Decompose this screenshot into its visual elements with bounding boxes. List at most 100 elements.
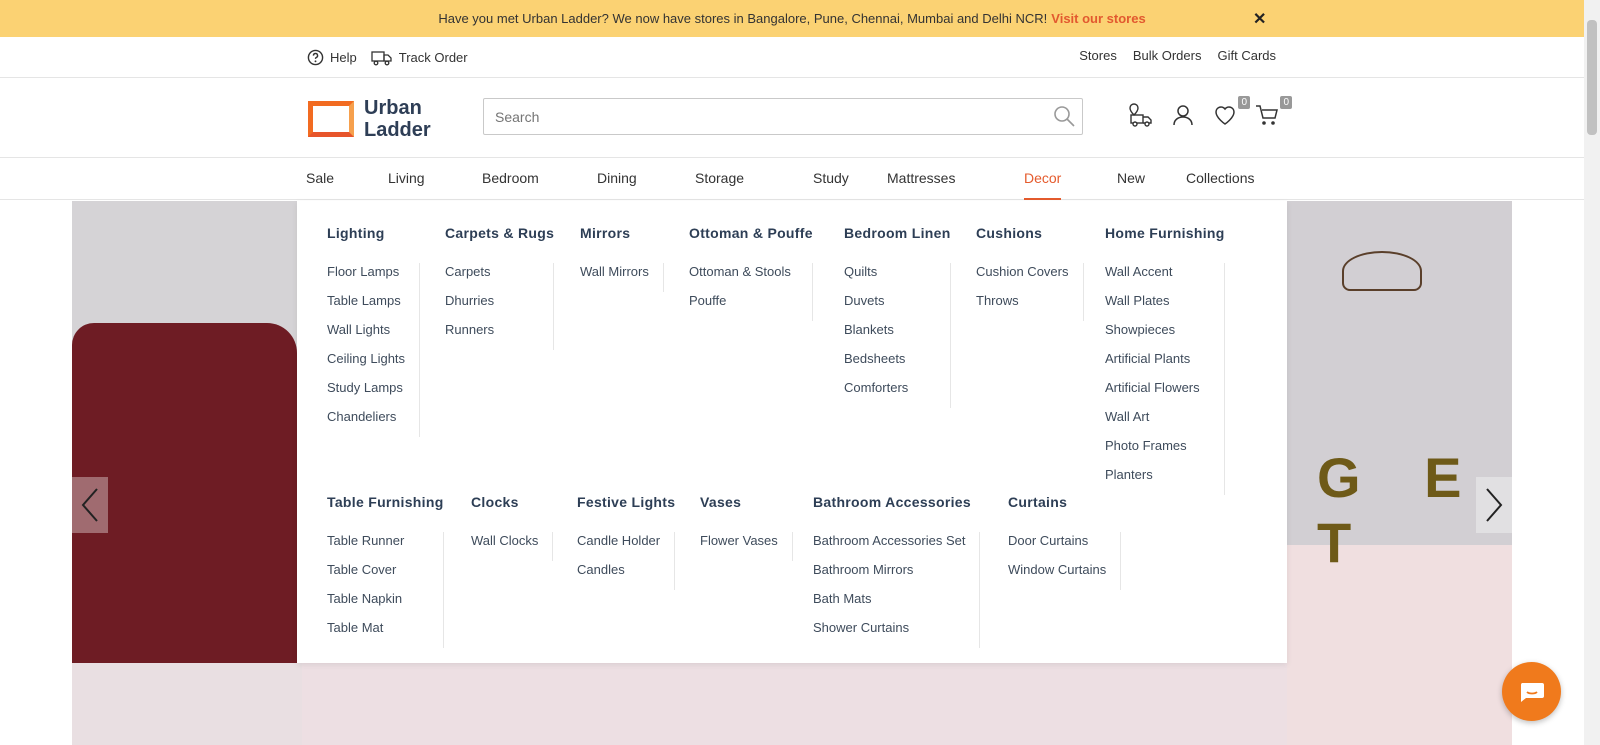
menu-link[interactable]: Floor Lamps xyxy=(327,263,405,292)
menu-link[interactable]: Candles xyxy=(577,561,660,590)
menu-heading[interactable]: Home Furnishing xyxy=(1105,225,1225,245)
menu-list: Door Curtains Window Curtains xyxy=(1008,532,1122,590)
menu-link[interactable]: Door Curtains xyxy=(1008,532,1106,561)
menu-heading[interactable]: Carpets & Rugs xyxy=(445,225,554,245)
menu-link[interactable]: Throws xyxy=(976,292,1069,321)
menu-link[interactable]: Photo Frames xyxy=(1105,437,1210,466)
track-order-link[interactable]: Track Order xyxy=(371,48,468,66)
menu-link[interactable]: Blankets xyxy=(844,321,936,350)
carousel-prev-button[interactable] xyxy=(72,477,108,533)
menu-column-lighting: Lighting Floor Lamps Table Lamps Wall Light… xyxy=(327,225,421,437)
menu-column-home-furnishing: Home Furnishing Wall Accent Wall Plates Sho… xyxy=(1105,225,1225,495)
menu-heading[interactable]: Bathroom Accessories xyxy=(813,494,980,514)
menu-link[interactable]: Wall Mirrors xyxy=(580,263,649,292)
menu-link[interactable]: Bath Mats xyxy=(813,590,965,619)
menu-link[interactable]: Wall Art xyxy=(1105,408,1210,437)
visit-stores-link[interactable]: Visit our stores xyxy=(1051,11,1145,26)
scrollbar-thumb[interactable] xyxy=(1587,20,1597,135)
menu-link[interactable]: Bedsheets xyxy=(844,350,936,379)
menu-link[interactable]: Study Lamps xyxy=(327,379,405,408)
chat-button[interactable] xyxy=(1502,662,1561,721)
menu-link[interactable]: Artificial Flowers xyxy=(1105,379,1210,408)
menu-link[interactable]: Table Napkin xyxy=(327,590,429,619)
menu-link[interactable]: Table Runner xyxy=(327,532,429,561)
menu-heading[interactable]: Vases xyxy=(700,494,793,514)
banner-floral-image xyxy=(302,661,1287,745)
menu-link[interactable]: Pouffe xyxy=(689,292,798,321)
menu-link[interactable]: Dhurries xyxy=(445,292,539,321)
menu-link[interactable]: Comforters xyxy=(844,379,936,408)
menu-link[interactable]: Showpieces xyxy=(1105,321,1210,350)
bulk-orders-link[interactable]: Bulk Orders xyxy=(1133,48,1202,63)
menu-link[interactable]: Bathroom Mirrors xyxy=(813,561,965,590)
nav-item-mattresses[interactable]: Mattresses xyxy=(887,158,955,200)
menu-link[interactable]: Window Curtains xyxy=(1008,561,1106,590)
nav-item-study[interactable]: Study xyxy=(813,158,849,200)
menu-link[interactable]: Table Mat xyxy=(327,619,429,648)
stores-link[interactable]: Stores xyxy=(1079,48,1117,63)
menu-link[interactable]: Wall Accent xyxy=(1105,263,1210,292)
menu-link[interactable]: Runners xyxy=(445,321,539,350)
chevron-right-icon xyxy=(1486,488,1503,522)
menu-link[interactable]: Table Lamps xyxy=(327,292,405,321)
announcement-text: Have you met Urban Ladder? We now have s… xyxy=(438,11,1048,26)
wishlist-count-badge: 0 xyxy=(1238,96,1250,109)
menu-heading[interactable]: Bedroom Linen xyxy=(844,225,951,245)
menu-link[interactable]: Table Cover xyxy=(327,561,429,590)
menu-heading[interactable]: Clocks xyxy=(471,494,553,514)
nav-item-new[interactable]: New xyxy=(1117,158,1145,200)
wishlist-button[interactable]: 0 xyxy=(1212,96,1250,128)
search-icon[interactable] xyxy=(1052,104,1076,128)
search-input[interactable] xyxy=(484,99,1082,134)
menu-link[interactable]: Duvets xyxy=(844,292,936,321)
store-locator-button[interactable] xyxy=(1128,102,1154,128)
menu-link[interactable]: Cushion Covers xyxy=(976,263,1069,292)
carousel-next-button[interactable] xyxy=(1476,477,1512,533)
menu-link[interactable]: Shower Curtains xyxy=(813,619,965,648)
nav-item-dining[interactable]: Dining xyxy=(597,158,637,200)
menu-link[interactable]: Ottoman & Stools xyxy=(689,263,798,292)
help-icon xyxy=(307,49,324,65)
menu-list: Ottoman & Stools Pouffe xyxy=(689,263,813,321)
menu-heading[interactable]: Festive Lights xyxy=(577,494,675,514)
help-link[interactable]: Help xyxy=(307,49,357,66)
menu-link[interactable]: Wall Clocks xyxy=(471,532,538,561)
menu-heading[interactable]: Cushions xyxy=(976,225,1084,245)
user-icon xyxy=(1173,105,1193,126)
menu-link[interactable]: Bathroom Accessories Set xyxy=(813,532,965,561)
menu-link[interactable]: Quilts xyxy=(844,263,936,292)
menu-heading[interactable]: Table Furnishing xyxy=(327,494,444,514)
nav-item-storage[interactable]: Storage xyxy=(695,158,744,200)
menu-link[interactable]: Chandeliers xyxy=(327,408,405,437)
nav-item-decor[interactable]: Decor xyxy=(1024,158,1062,200)
announcement-bar: Have you met Urban Ladder? We now have s… xyxy=(0,0,1584,37)
chat-icon xyxy=(1520,682,1544,702)
nav-item-collections[interactable]: Collections xyxy=(1186,158,1254,200)
nav-item-sale[interactable]: Sale xyxy=(306,158,334,200)
menu-link[interactable]: Ceiling Lights xyxy=(327,350,405,379)
nav-item-bedroom[interactable]: Bedroom xyxy=(482,158,539,200)
menu-heading[interactable]: Curtains xyxy=(1008,494,1121,514)
page-scrollbar[interactable] xyxy=(1584,0,1600,745)
menu-heading[interactable]: Lighting xyxy=(327,225,420,245)
menu-link[interactable]: Carpets xyxy=(445,263,539,292)
menu-list: Wall Clocks xyxy=(471,532,554,561)
close-icon[interactable]: ✕ xyxy=(1253,9,1266,29)
menu-column-festive-lights: Festive Lights Candle Holder Candles xyxy=(577,494,676,590)
menu-heading[interactable]: Mirrors xyxy=(580,225,664,245)
menu-link[interactable]: Candle Holder xyxy=(577,532,660,561)
menu-link[interactable]: Flower Vases xyxy=(700,532,778,561)
menu-list: Quilts Duvets Blankets Bedsheets Comforters xyxy=(844,263,951,408)
menu-list: Bathroom Accessories Set Bathroom Mirrors… xyxy=(813,532,981,648)
menu-link[interactable]: Artificial Plants xyxy=(1105,350,1210,379)
nav-item-living[interactable]: Living xyxy=(388,158,425,200)
menu-link[interactable]: Wall Lights xyxy=(327,321,405,350)
menu-heading[interactable]: Ottoman & Pouffe xyxy=(689,225,813,245)
account-button[interactable] xyxy=(1170,102,1196,128)
menu-list: Floor Lamps Table Lamps Wall Lights Ceiling… xyxy=(327,263,421,437)
menu-link[interactable]: Wall Plates xyxy=(1105,292,1210,321)
cart-button[interactable]: 0 xyxy=(1254,96,1292,128)
gift-cards-link[interactable]: Gift Cards xyxy=(1217,48,1276,63)
menu-link[interactable]: Planters xyxy=(1105,466,1210,495)
logo[interactable]: Urban Ladder xyxy=(308,97,431,141)
